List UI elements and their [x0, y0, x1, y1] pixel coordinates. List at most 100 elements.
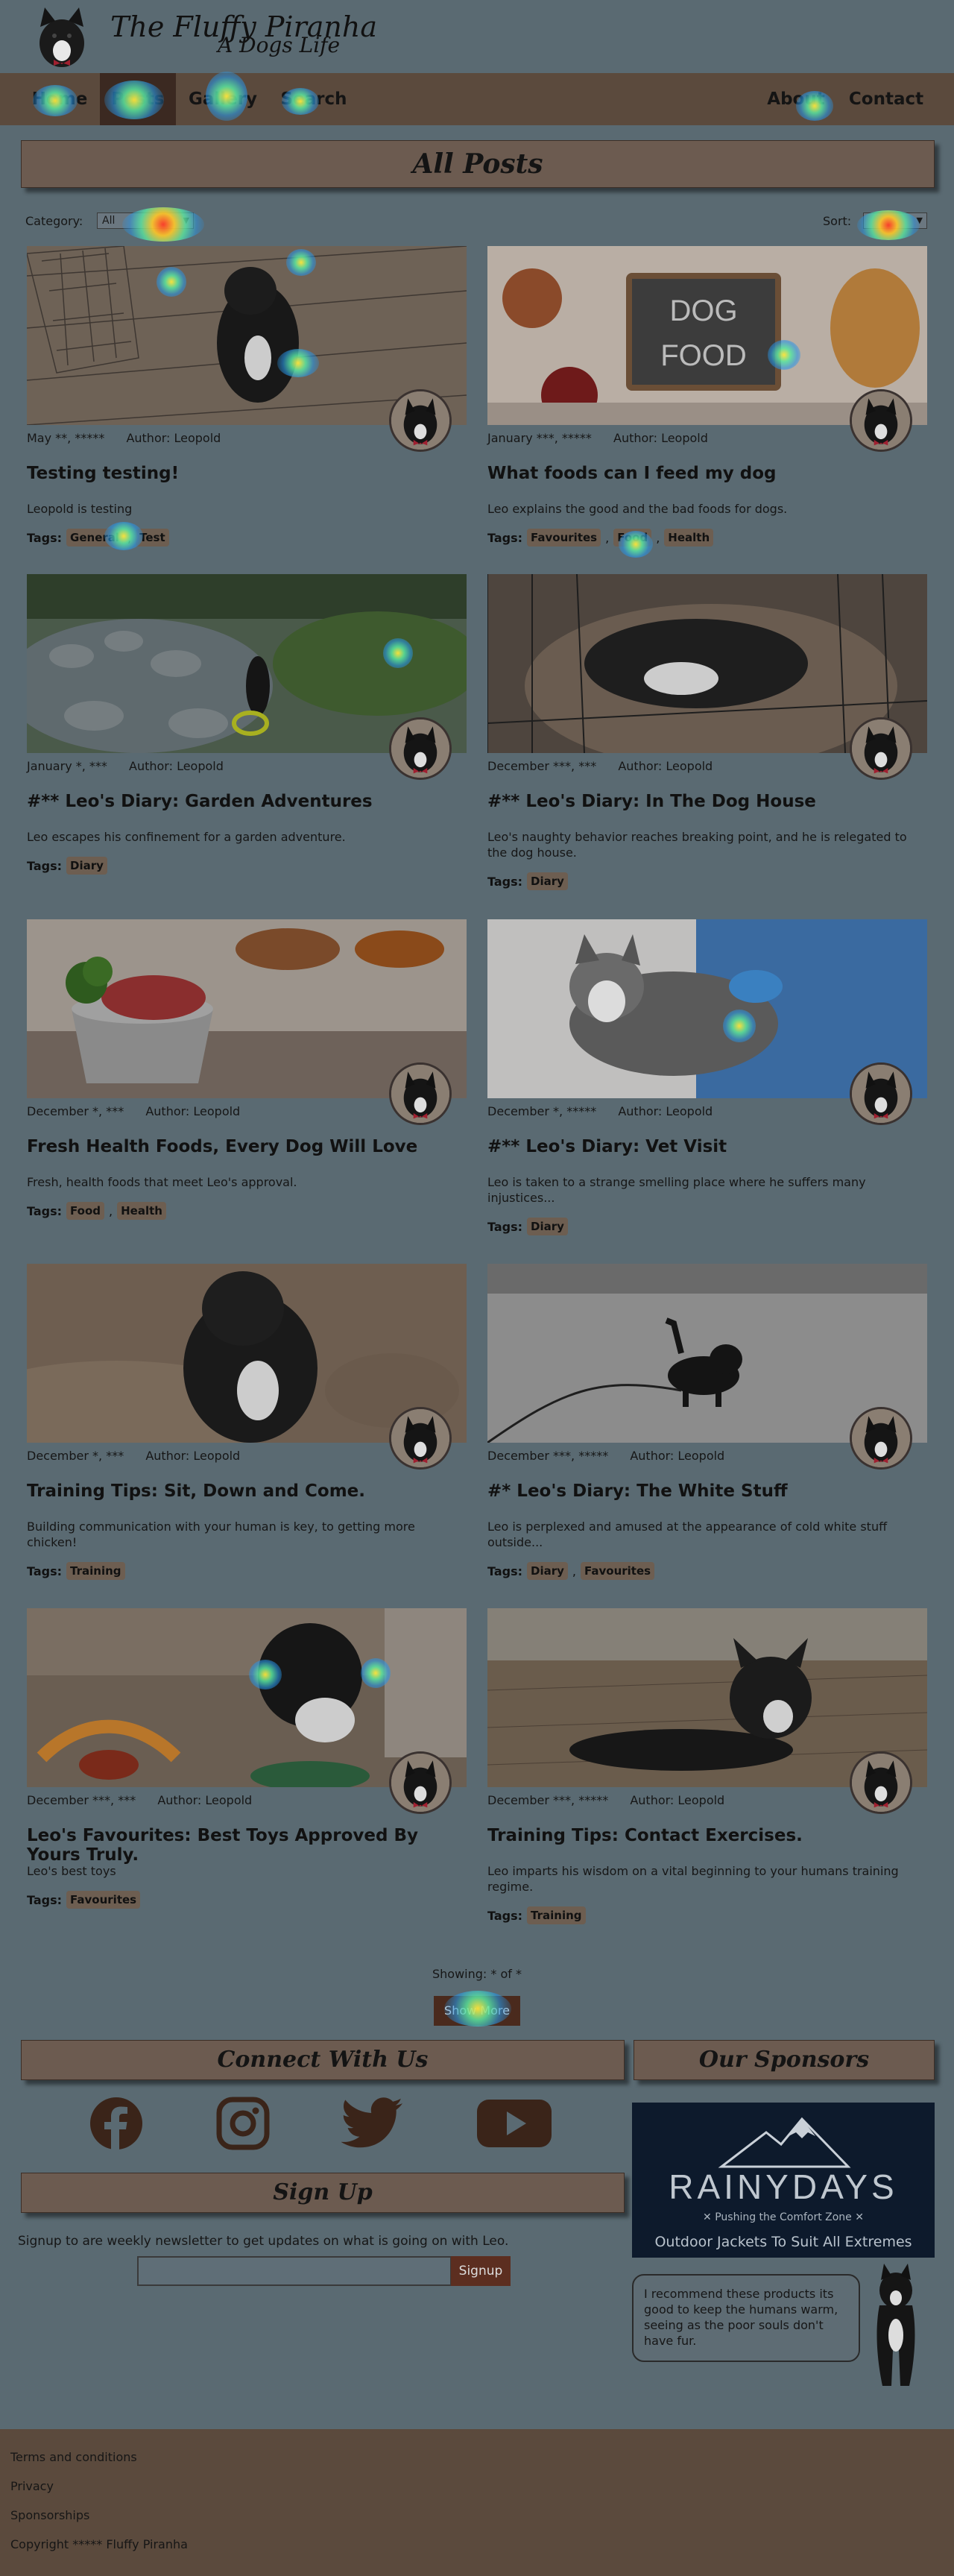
chevron-down-icon: ▼: [183, 215, 189, 225]
tag-pill[interactable]: Training: [66, 1562, 125, 1580]
post-card[interactable]: DOG FOOD January ***, ***** Author: Leop…: [487, 246, 927, 574]
post-title[interactable]: Training Tips: Contact Exercises.: [487, 1826, 927, 1845]
post-card[interactable]: December ***, ***** Author: Leopold Trai…: [487, 1608, 927, 1936]
tag-pill[interactable]: Training: [527, 1906, 586, 1924]
post-title[interactable]: #** Leo's Diary: In The Dog House: [487, 792, 927, 811]
post-card[interactable]: May **, ***** Author: Leopold Testing te…: [27, 246, 467, 574]
avatar: [850, 1407, 912, 1470]
category-select[interactable]: All ▼: [97, 212, 194, 229]
tags-label: Tags:: [487, 1219, 523, 1234]
post-date: January *, ***: [27, 759, 107, 773]
post-tags: Tags: Diary, Favourites: [487, 1562, 655, 1580]
tag-separator: ,: [127, 530, 132, 545]
tags-label: Tags:: [487, 874, 523, 889]
tag-separator: ,: [572, 1563, 577, 1578]
post-excerpt: Leo escapes his confinement for a garden…: [27, 830, 346, 844]
post-excerpt: Fresh, health foods that meet Leo's appr…: [27, 1175, 297, 1189]
tag-separator: ,: [605, 530, 610, 545]
show-more-button[interactable]: Show More: [434, 1996, 520, 2026]
post-date: December ***, ***: [487, 759, 597, 773]
site-header: The Fluffy Piranha A Dogs Life: [0, 0, 954, 73]
post-author: Author: Leopold: [630, 1449, 725, 1463]
signup-button[interactable]: Signup: [451, 2256, 511, 2286]
post-author: Author: Leopold: [126, 431, 221, 445]
post-tags: Tags: Training: [487, 1906, 586, 1924]
avatar: [389, 1062, 452, 1125]
footer-link-terms[interactable]: Terms and conditions: [10, 2450, 137, 2464]
post-title[interactable]: #* Leo's Diary: The White Stuff: [487, 1481, 927, 1501]
tag-pill[interactable]: Diary: [527, 1218, 568, 1235]
tag-pill[interactable]: Favourites: [527, 529, 601, 547]
tag-pill[interactable]: Health: [664, 529, 714, 547]
nav-gallery[interactable]: Gallery: [182, 73, 264, 125]
post-date: December *, ***: [27, 1449, 124, 1463]
post-card[interactable]: December ***, ***** Author: Leopold #* L…: [487, 1264, 927, 1592]
tags-label: Tags:: [27, 530, 63, 545]
email-field[interactable]: [137, 2256, 452, 2286]
tag-pill[interactable]: Diary: [527, 872, 568, 890]
tag-pill[interactable]: Diary: [527, 1562, 568, 1580]
copyright: Copyright ***** Fluffy Piranha: [10, 2537, 188, 2551]
post-card[interactable]: January *, *** Author: Leopold #** Leo's…: [27, 574, 467, 902]
post-title[interactable]: Fresh Health Foods, Every Dog Will Love: [27, 1137, 467, 1156]
avatar: [389, 1407, 452, 1470]
tag-separator: ,: [109, 1203, 113, 1218]
avatar-image: [391, 391, 449, 450]
tag-pill[interactable]: Favourites: [66, 1891, 141, 1909]
post-date: December ***, ***: [27, 1793, 136, 1807]
post-title[interactable]: Training Tips: Sit, Down and Come.: [27, 1481, 467, 1501]
instagram-icon[interactable]: [216, 2097, 270, 2150]
post-excerpt: Building communication with your human i…: [27, 1520, 415, 1549]
sponsor-ad[interactable]: RAINYDAYS ✕ Pushing the Comfort Zone ✕ O…: [632, 2103, 935, 2258]
tag-pill[interactable]: Food: [66, 1202, 105, 1220]
post-title[interactable]: #** Leo's Diary: Vet Visit: [487, 1137, 927, 1156]
nav-home[interactable]: Home: [22, 73, 97, 125]
sponsor-brand: RAINYDAYS: [669, 2167, 898, 2206]
facebook-icon[interactable]: [89, 2097, 143, 2150]
avatar-image: [852, 1065, 910, 1123]
post-card[interactable]: December ***, *** Author: Leopold Leo's …: [27, 1608, 467, 1936]
post-card[interactable]: December ***, *** Author: Leopold #** Le…: [487, 574, 927, 902]
category-value: All: [102, 215, 116, 227]
tag-pill[interactable]: Diary: [66, 857, 107, 875]
main-nav: Home Posts Gallery Search About Contact: [0, 73, 954, 125]
footer-link-privacy[interactable]: Privacy: [10, 2479, 54, 2493]
sort-select[interactable]: ▼: [863, 212, 927, 229]
post-card[interactable]: December *, *** Author: Leopold Training…: [27, 1264, 467, 1592]
avatar: [389, 389, 452, 452]
post-meta: December *, *** Author: Leopold: [27, 1104, 240, 1118]
post-tags: Tags: Diary: [487, 872, 568, 890]
post-title[interactable]: What foods can I feed my dog: [487, 464, 927, 483]
post-date: January ***, *****: [487, 431, 592, 445]
tag-pill[interactable]: Food: [613, 529, 652, 547]
tag-pill[interactable]: Health: [117, 1202, 166, 1220]
nav-contact[interactable]: Contact: [847, 73, 926, 125]
tags-label: Tags:: [27, 1563, 63, 1578]
nav-search[interactable]: Search: [274, 73, 353, 125]
avatar-image: [852, 391, 910, 450]
tag-pill[interactable]: General: [66, 529, 124, 547]
tag-pill[interactable]: Favourites: [581, 1562, 655, 1580]
chevron-down-icon: ▼: [916, 215, 923, 225]
avatar: [850, 717, 912, 780]
post-card[interactable]: December *, *** Author: Leopold Fresh He…: [27, 919, 467, 1247]
dog-logo-icon[interactable]: [33, 4, 91, 70]
speech-bubble: I recommend these products its good to k…: [632, 2274, 860, 2362]
footer-link-sponsorships[interactable]: Sponsorships: [10, 2508, 89, 2522]
post-title[interactable]: Leo's Favourites: Best Toys Approved By …: [27, 1826, 467, 1865]
post-author: Author: Leopold: [618, 759, 713, 773]
connect-heading: Connect With Us: [21, 2040, 625, 2080]
post-card[interactable]: December *, ***** Author: Leopold #** Le…: [487, 919, 927, 1247]
twitter-icon[interactable]: [341, 2097, 404, 2150]
mountain-logo-icon: [718, 2117, 851, 2168]
nav-about[interactable]: About: [760, 73, 832, 125]
post-title[interactable]: Testing testing!: [27, 464, 467, 483]
nav-posts[interactable]: Posts: [100, 73, 176, 125]
tags-label: Tags:: [27, 1203, 63, 1218]
post-title[interactable]: #** Leo's Diary: Garden Adventures: [27, 792, 467, 811]
signup-description: Signup to are weekly newsletter to get u…: [18, 2234, 509, 2249]
avatar: [389, 717, 452, 780]
post-meta: January ***, ***** Author: Leopold: [487, 431, 708, 445]
youtube-icon[interactable]: [476, 2097, 553, 2150]
tag-pill[interactable]: Test: [136, 529, 169, 547]
